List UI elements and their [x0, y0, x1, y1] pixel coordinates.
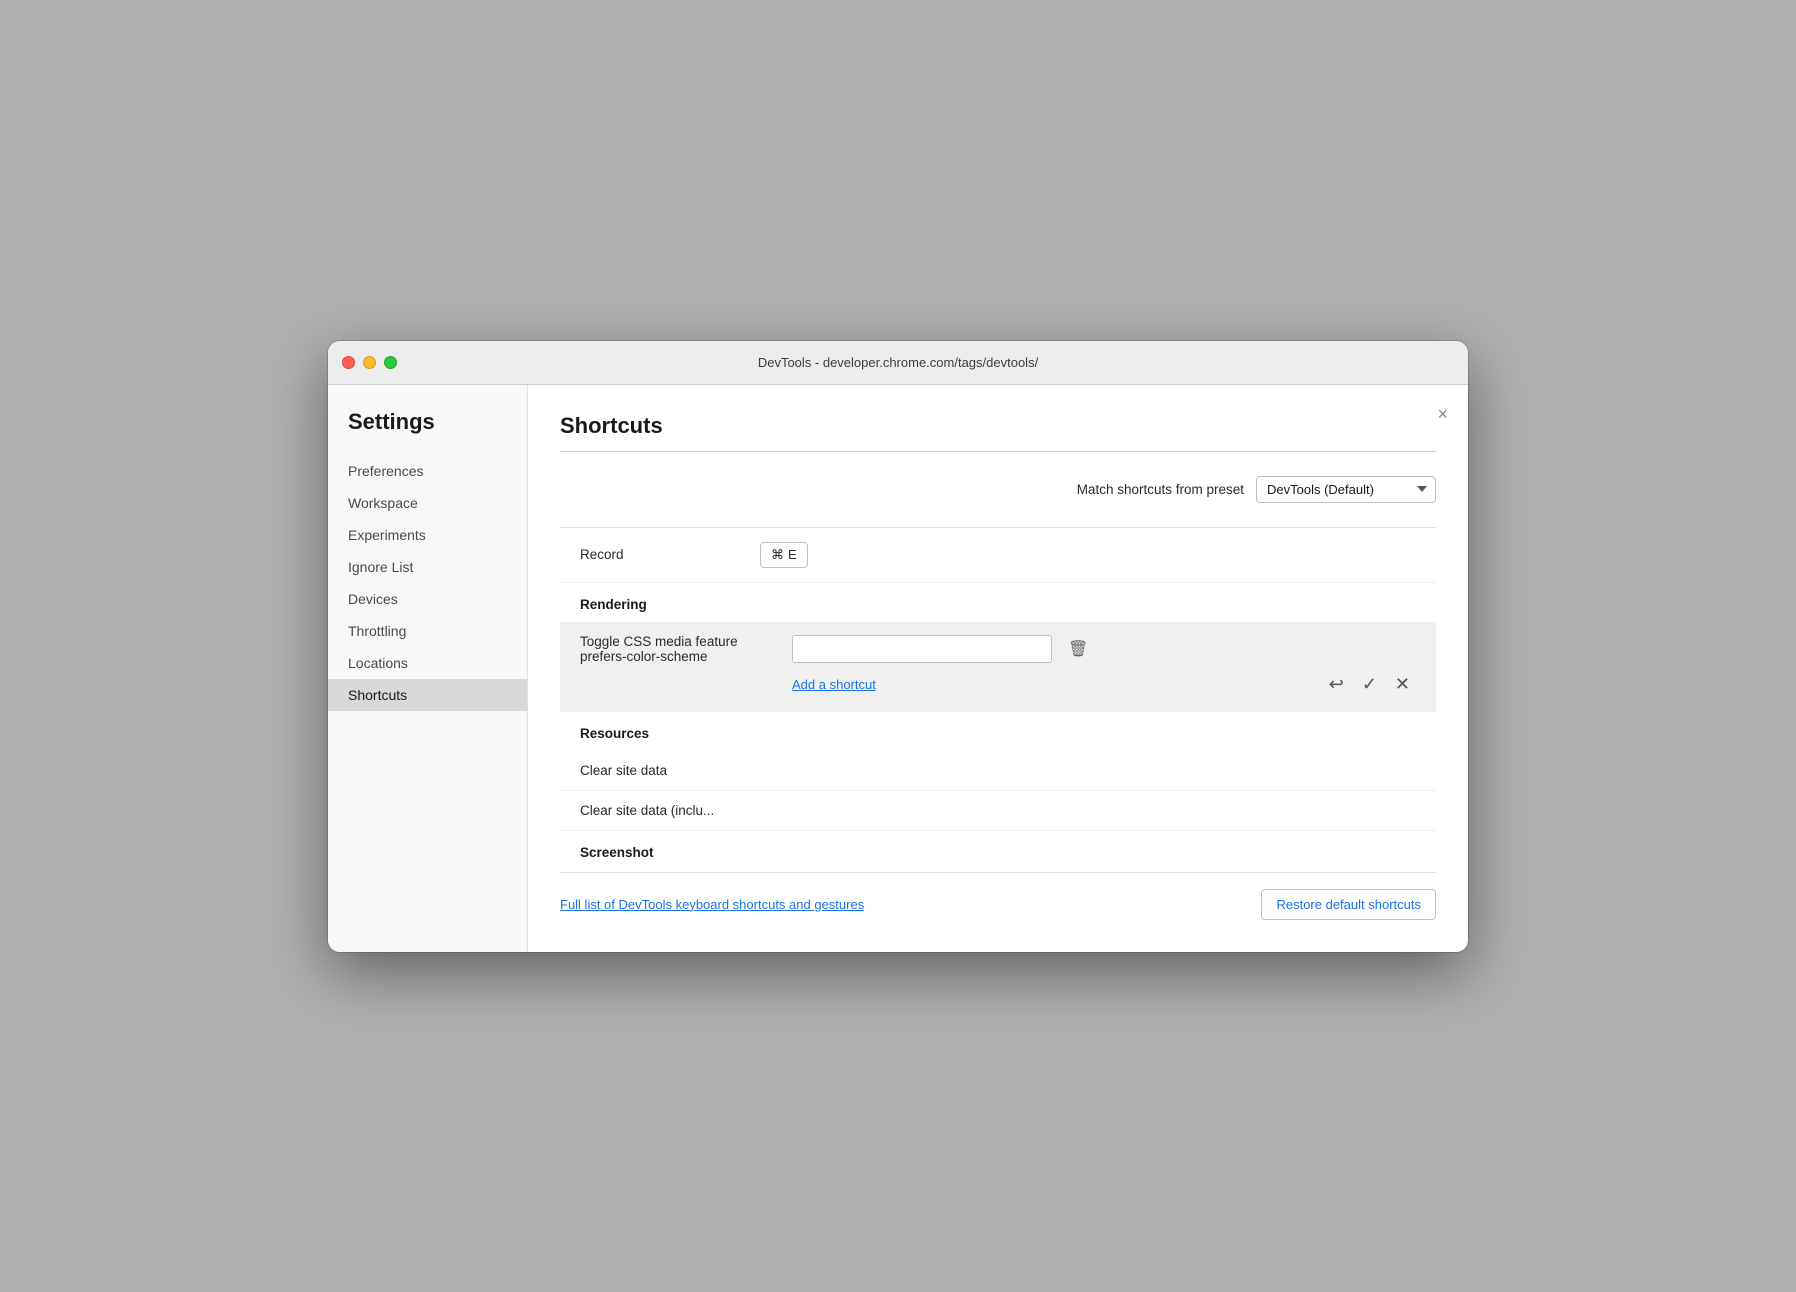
sidebar-item-shortcuts[interactable]: Shortcuts: [328, 679, 527, 711]
editing-bottom: Add a shortcut ↩ ✓ ✕: [580, 670, 1416, 699]
preset-label: Match shortcuts from preset: [1077, 482, 1244, 497]
toggle-css-shortcut-row: Toggle CSS media featureprefers-color-sc…: [560, 622, 1436, 712]
restore-defaults-button[interactable]: Restore default shortcuts: [1261, 889, 1436, 920]
preset-row: Match shortcuts from preset DevTools (De…: [560, 476, 1436, 503]
sidebar-item-ignore-list[interactable]: Ignore List: [328, 551, 527, 583]
keyboard-shortcuts-link[interactable]: Full list of DevTools keyboard shortcuts…: [560, 897, 864, 912]
check-icon: ✓: [1362, 674, 1377, 695]
sidebar-item-preferences[interactable]: Preferences: [328, 455, 527, 487]
record-key-cmd: ⌘: [771, 547, 784, 563]
traffic-lights: [342, 356, 397, 369]
window-title: DevTools - developer.chrome.com/tags/dev…: [758, 355, 1038, 370]
confirm-button[interactable]: ✓: [1356, 670, 1383, 699]
minimize-button[interactable]: [363, 356, 376, 369]
editing-actions: ↩ ✓ ✕: [1323, 670, 1416, 699]
record-key-combo: ⌘ E: [760, 542, 808, 568]
screenshot-section-header: Screenshot: [560, 831, 1436, 864]
window-body: Settings Preferences Workspace Experimen…: [328, 385, 1468, 952]
cancel-icon: ✕: [1395, 674, 1410, 695]
undo-button[interactable]: ↩: [1323, 670, 1350, 699]
record-key-e: E: [788, 547, 797, 562]
sidebar-item-devices[interactable]: Devices: [328, 583, 527, 615]
clear-site-data-inclu-row: Clear site data (inclu...: [560, 791, 1436, 831]
sidebar-heading: Settings: [328, 409, 527, 455]
page-title: Shortcuts: [560, 413, 1436, 439]
add-shortcut-link[interactable]: Add a shortcut: [792, 677, 1323, 692]
toggle-css-name: Toggle CSS media featureprefers-color-sc…: [580, 634, 780, 664]
trash-icon: 🗑: [1068, 639, 1088, 659]
cancel-edit-button[interactable]: ✕: [1389, 670, 1416, 699]
dialog-close-button[interactable]: ×: [1437, 405, 1448, 423]
shortcut-input[interactable]: [792, 635, 1052, 663]
titlebar: DevTools - developer.chrome.com/tags/dev…: [328, 341, 1468, 385]
sidebar-item-locations[interactable]: Locations: [328, 647, 527, 679]
undo-icon: ↩: [1329, 674, 1344, 695]
clear-site-data-row: Clear site data: [560, 751, 1436, 791]
resources-section-header: Resources: [560, 712, 1436, 751]
main-content: × Shortcuts Match shortcuts from preset …: [528, 385, 1468, 952]
footer: Full list of DevTools keyboard shortcuts…: [560, 872, 1436, 924]
sidebar-item-throttling[interactable]: Throttling: [328, 615, 527, 647]
clear-site-data-label: Clear site data: [580, 763, 667, 778]
record-row: Record ⌘ E: [560, 528, 1436, 583]
delete-shortcut-button[interactable]: 🗑: [1064, 635, 1092, 663]
title-divider: [560, 451, 1436, 452]
editing-top: Toggle CSS media featureprefers-color-sc…: [580, 634, 1416, 664]
close-button[interactable]: [342, 356, 355, 369]
sidebar: Settings Preferences Workspace Experimen…: [328, 385, 528, 952]
sidebar-item-workspace[interactable]: Workspace: [328, 487, 527, 519]
record-label: Record: [560, 547, 760, 562]
shortcuts-scroll-area: Record ⌘ E Rendering Toggle CSS media fe…: [560, 527, 1436, 864]
rendering-section-header: Rendering: [560, 583, 1436, 622]
sidebar-item-experiments[interactable]: Experiments: [328, 519, 527, 551]
clear-site-data-inclu-label: Clear site data (inclu...: [580, 803, 714, 818]
devtools-window: DevTools - developer.chrome.com/tags/dev…: [328, 341, 1468, 952]
preset-select[interactable]: DevTools (Default) Visual Studio Code: [1256, 476, 1436, 503]
maximize-button[interactable]: [384, 356, 397, 369]
